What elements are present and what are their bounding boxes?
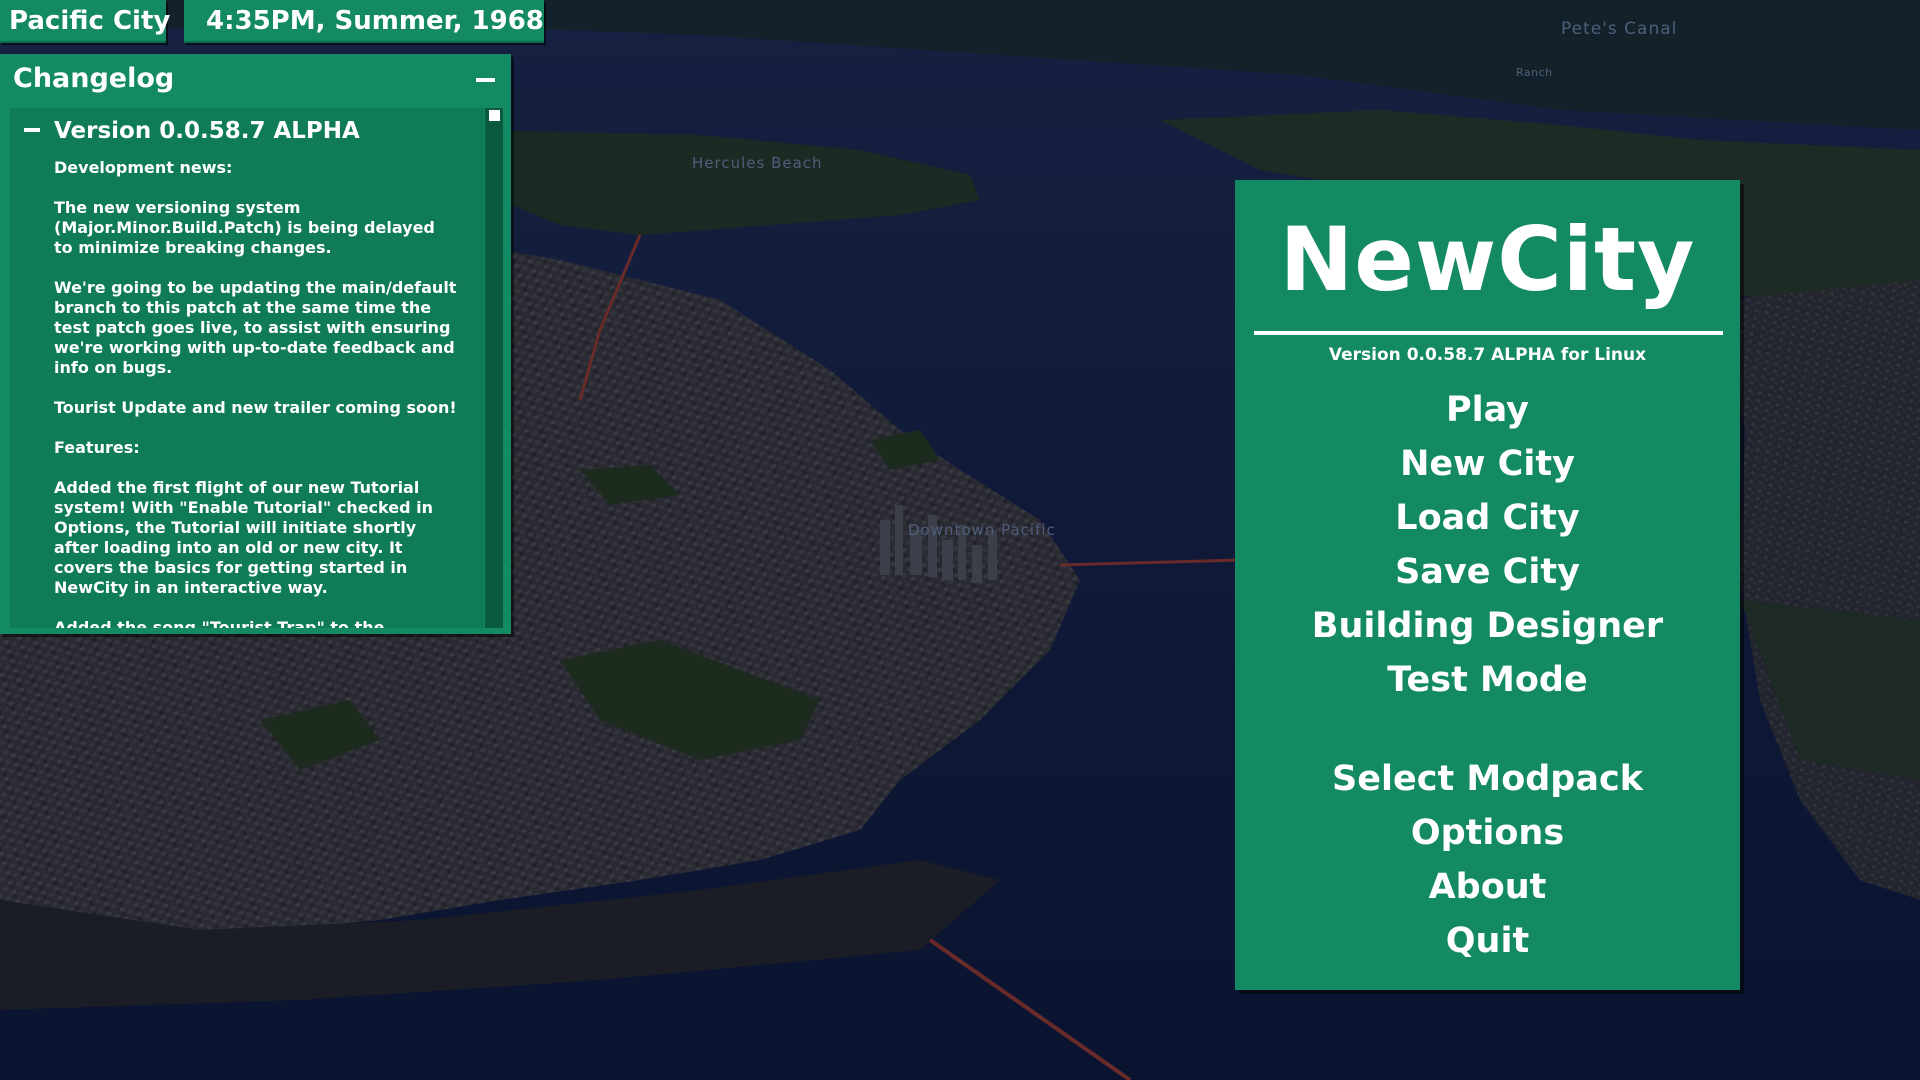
about-button[interactable]: About bbox=[1235, 864, 1740, 910]
changelog-header: Changelog bbox=[0, 54, 511, 106]
city-name-chip[interactable]: Pacific City bbox=[0, 0, 170, 43]
version-section-toggle[interactable]: Version 0.0.58.7 ALPHA bbox=[24, 118, 360, 144]
changelog-content[interactable]: Version 0.0.58.7 ALPHA Development news:… bbox=[10, 108, 484, 628]
map-label-downtown: Downtown Pacific bbox=[908, 521, 1056, 539]
game-logo: NewCity bbox=[1279, 208, 1696, 311]
map-label-canal: Pete's Canal bbox=[1561, 19, 1678, 39]
minimize-icon[interactable] bbox=[476, 78, 495, 82]
map-label-ranch: Ranch bbox=[1516, 66, 1553, 79]
changelog-paragraph: Features: bbox=[54, 438, 140, 457]
changelog-paragraph: We're going to be updating the main/defa… bbox=[54, 278, 457, 377]
scrollbar-thumb[interactable] bbox=[489, 110, 500, 121]
version-label: Version 0.0.58.7 ALPHA for Linux bbox=[1328, 345, 1647, 365]
changelog-paragraph: Added the first flight of our new Tutori… bbox=[54, 478, 433, 597]
load-city-button[interactable]: Load City bbox=[1235, 495, 1740, 541]
main-menu-panel: NewCity Version 0.0.58.7 ALPHA for Linux… bbox=[1235, 180, 1740, 990]
test-mode-button[interactable]: Test Mode bbox=[1235, 657, 1740, 703]
changelog-paragraph: Added the song "Tourist Trap" to the bbox=[54, 618, 385, 628]
collapse-icon[interactable] bbox=[24, 127, 40, 132]
building-designer-button[interactable]: Building Designer bbox=[1235, 603, 1740, 649]
date-time-chip[interactable]: 4:35PM, Summer, 1968 bbox=[184, 0, 544, 43]
options-button[interactable]: Options bbox=[1235, 810, 1740, 856]
changelog-paragraph: Development news: bbox=[54, 158, 233, 177]
changelog-title: Changelog bbox=[13, 63, 175, 94]
save-city-button[interactable]: Save City bbox=[1235, 549, 1740, 595]
changelog-paragraph: The new versioning system (Major.Minor.B… bbox=[54, 198, 435, 257]
version-heading-label: Version 0.0.58.7 ALPHA bbox=[54, 118, 360, 144]
changelog-paragraph: Tourist Update and new trailer coming so… bbox=[54, 398, 457, 417]
quit-button[interactable]: Quit bbox=[1235, 918, 1740, 964]
changelog-scrollbar[interactable] bbox=[485, 108, 503, 628]
logo-divider bbox=[1254, 331, 1723, 335]
map-label-beach: Hercules Beach bbox=[692, 154, 823, 172]
select-modpack-button[interactable]: Select Modpack bbox=[1235, 756, 1740, 802]
changelog-panel: Changelog Version 0.0.58.7 ALPHA Develop… bbox=[0, 54, 511, 634]
changelog-notes: Development news: The new versioning sys… bbox=[54, 158, 474, 628]
new-city-button[interactable]: New City bbox=[1235, 441, 1740, 487]
play-button[interactable]: Play bbox=[1235, 387, 1740, 433]
